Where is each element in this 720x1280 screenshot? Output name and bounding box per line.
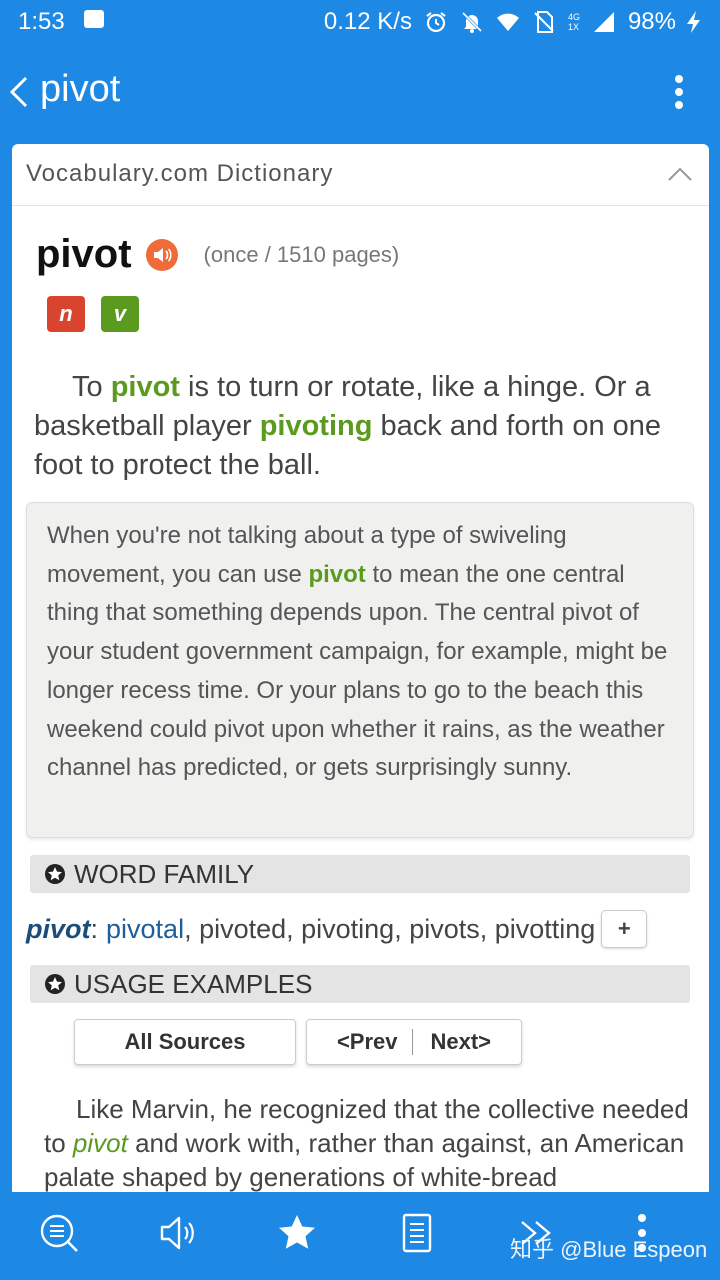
long-definition-box: When you're not talking about a type of … <box>26 502 694 838</box>
family-link-pivotal[interactable]: pivotal <box>106 914 184 945</box>
page-title: pivot <box>40 68 121 110</box>
long-def-text: to mean the one central thing that somet… <box>47 560 668 782</box>
example-text: and work with, rather than against, an A… <box>44 1128 685 1192</box>
next-button[interactable]: Next> <box>431 1029 492 1055</box>
star-circle-icon <box>45 974 65 994</box>
usage-examples-heading: USAGE EXAMPLES <box>74 968 313 999</box>
wifi-icon <box>496 13 519 31</box>
battery-level: 98% <box>627 8 676 35</box>
no-sim-icon <box>534 11 554 33</box>
document-icon[interactable] <box>396 1212 438 1254</box>
usage-example-text: Like Marvin, he recognized that the coll… <box>44 1092 700 1192</box>
headword-row: pivot (once / 1510 pages) <box>36 232 399 277</box>
word-family-list: pivot: pivotal, pivoted, pivoting, pivots… <box>26 910 648 948</box>
expand-family-button[interactable]: + <box>601 910 648 948</box>
short-def-highlight: pivot <box>110 371 180 403</box>
status-time: 1:53 <box>18 8 65 35</box>
card-header[interactable]: Vocabulary.com Dictionary <box>12 144 709 206</box>
pos-tags: n v <box>47 296 139 332</box>
family-head-word[interactable]: pivot <box>26 914 91 945</box>
watermark: 知乎 @Blue Espeon <box>510 1237 708 1262</box>
pronounce-speaker-icon[interactable] <box>145 238 178 271</box>
gallery-icon <box>84 10 104 28</box>
short-definition: To pivot is to turn or rotate, like a hi… <box>34 368 694 485</box>
status-bar: 1:53 0.12 K/s 4G 1X 98% <box>0 0 720 44</box>
pos-noun-badge[interactable]: n <box>47 296 85 332</box>
family-colon: : <box>90 913 99 944</box>
long-def-highlight: pivot <box>308 560 366 588</box>
headword: pivot <box>36 232 132 276</box>
net-speed: 0.12 K/s <box>323 8 412 35</box>
word-frequency: (once / 1510 pages) <box>203 241 400 267</box>
notifications-off-icon <box>461 11 483 33</box>
chevron-up-icon[interactable] <box>667 164 693 184</box>
nav-divider <box>411 1029 413 1055</box>
short-def-highlight: pivoting <box>259 410 373 442</box>
back-icon[interactable] <box>8 72 32 112</box>
signal-icon <box>593 12 614 32</box>
network-label: 4G 1X <box>567 12 580 32</box>
star-circle-icon <box>45 864 65 884</box>
prev-button[interactable]: <Prev <box>337 1029 398 1055</box>
usage-examples-header[interactable]: USAGE EXAMPLES <box>30 965 690 1003</box>
example-highlight: pivot <box>72 1128 128 1158</box>
dictionary-source: Vocabulary.com Dictionary <box>26 160 334 187</box>
word-family-header[interactable]: WORD FAMILY <box>30 855 690 893</box>
word-family-heading: WORD FAMILY <box>74 858 255 889</box>
more-vert-icon[interactable] <box>674 74 684 110</box>
all-sources-button[interactable]: All Sources <box>74 1019 296 1065</box>
star-icon[interactable] <box>276 1212 318 1254</box>
app-bar: pivot <box>0 44 720 140</box>
speaker-icon[interactable] <box>158 1212 200 1254</box>
charging-icon <box>687 11 700 33</box>
status-right-cluster: 0.12 K/s 4G 1X 98% <box>324 8 706 36</box>
alarm-icon <box>426 12 446 33</box>
dictionary-card: Vocabulary.com Dictionary pivot (once / … <box>12 144 709 1192</box>
example-nav-buttons: <Prev Next> <box>306 1019 522 1065</box>
short-def-text: To <box>72 371 111 403</box>
family-other-words: , pivoted, pivoting, pivots, pivotting <box>184 913 596 944</box>
search-list-icon[interactable] <box>38 1212 80 1254</box>
pos-verb-badge[interactable]: v <box>101 296 139 332</box>
